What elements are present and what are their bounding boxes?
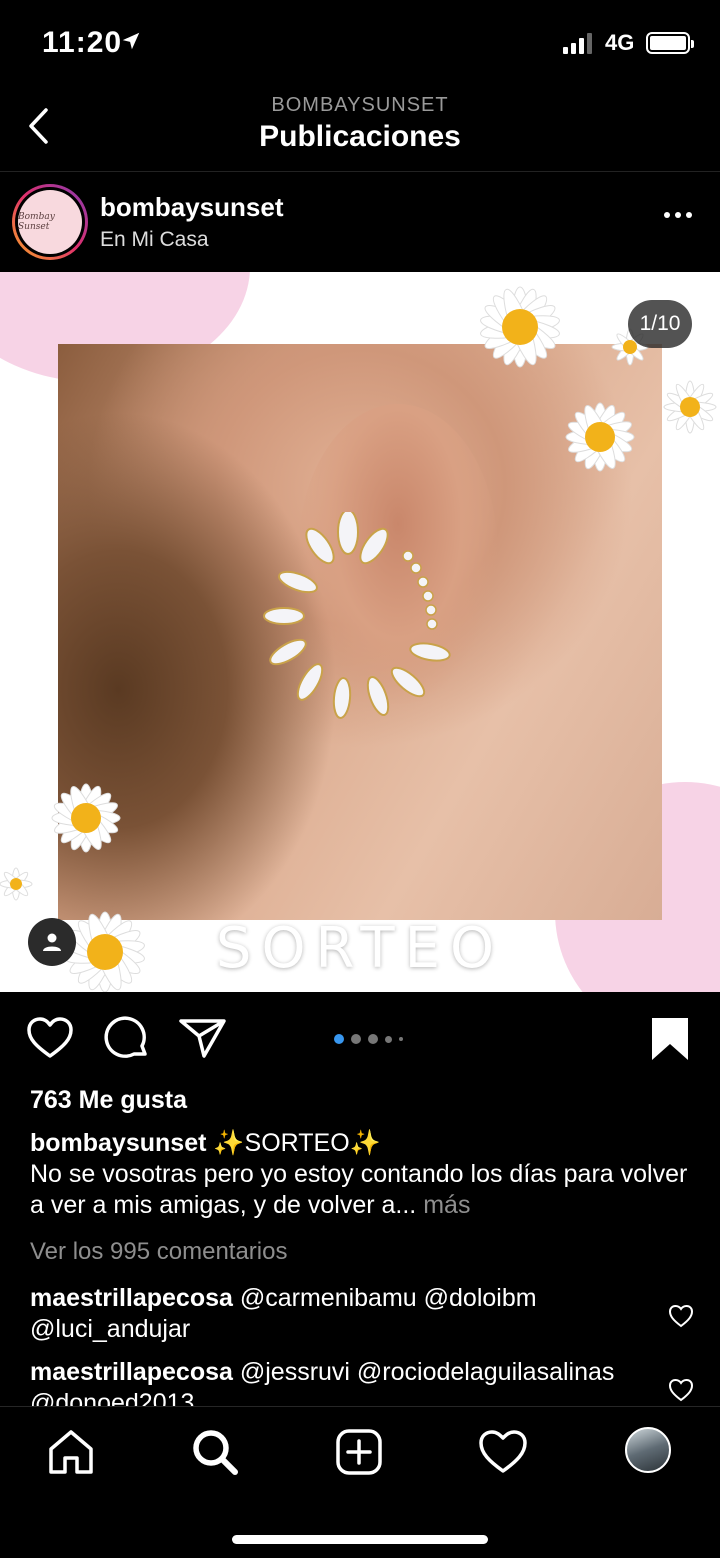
- daisy-decoration: [51, 783, 121, 853]
- caption-text: No se vosotras pero yo estoy contando lo…: [30, 1160, 688, 1219]
- network-label: 4G: [605, 30, 635, 55]
- post-username[interactable]: bombaysunset: [100, 192, 284, 223]
- home-icon[interactable]: [46, 1427, 96, 1477]
- comment-icon[interactable]: [104, 1016, 150, 1062]
- comment-username[interactable]: maestrillapecosa: [30, 1284, 233, 1312]
- caption-username[interactable]: bombaysunset: [30, 1129, 206, 1157]
- save-bookmark-icon[interactable]: [650, 1016, 690, 1062]
- location-arrow-icon: [122, 32, 140, 50]
- page-title: Publicaciones: [259, 120, 461, 153]
- like-heart-icon[interactable]: [26, 1016, 74, 1060]
- comment-like-icon[interactable]: [668, 1304, 694, 1328]
- post-header: Bombay Sunset bombaysunset En Mi Casa: [0, 172, 720, 272]
- comment-item: maestrillapecosa @jessruvi @rociodelagui…: [30, 1357, 650, 1406]
- share-icon[interactable]: [178, 1016, 228, 1060]
- avatar[interactable]: Bombay Sunset: [12, 184, 88, 260]
- profile-avatar[interactable]: [625, 1427, 671, 1473]
- view-all-comments-link[interactable]: Ver los 995 comentarios: [30, 1238, 287, 1266]
- post-caption: bombaysunset ✨SORTEO✨ No se vosotras per…: [30, 1128, 700, 1221]
- image-counter: 1/10: [628, 300, 692, 348]
- account-name: BOMBAYSUNSET: [271, 94, 449, 116]
- add-post-icon[interactable]: [334, 1427, 384, 1477]
- comment-like-icon[interactable]: [668, 1378, 694, 1402]
- more-options-icon[interactable]: [664, 212, 692, 218]
- likes-count[interactable]: 763 Me gusta: [30, 1086, 187, 1115]
- post-image[interactable]: SORTEO 1/10: [0, 272, 720, 992]
- carousel-dots: [334, 1034, 403, 1044]
- home-indicator: [232, 1535, 488, 1544]
- nav-header: BOMBAYSUNSET Publicaciones: [0, 88, 720, 172]
- post-location[interactable]: En Mi Casa: [100, 228, 209, 252]
- status-bar: 11:20 4G: [0, 0, 720, 88]
- search-icon[interactable]: [190, 1427, 240, 1477]
- daisy-decoration: [480, 286, 560, 368]
- status-time: 11:20: [42, 26, 123, 59]
- avatar-logo: Bombay Sunset: [18, 190, 82, 254]
- battery-icon: [646, 32, 694, 54]
- earring-graphic: [263, 512, 451, 719]
- daisy-decoration: [565, 402, 635, 472]
- caption-more-link[interactable]: más: [423, 1191, 470, 1219]
- activity-heart-icon[interactable]: [478, 1427, 528, 1477]
- comment-item: maestrillapecosa @carmenibamu @doloibm @…: [30, 1283, 650, 1345]
- tagged-users-icon[interactable]: [28, 918, 76, 966]
- daisy-decoration: [663, 380, 717, 434]
- signal-icon: [563, 32, 592, 54]
- caption-title: ✨SORTEO✨: [213, 1129, 381, 1157]
- post-actions: [0, 992, 720, 1082]
- daisy-decoration: [0, 867, 33, 901]
- tab-bar: [0, 1406, 720, 1558]
- comment-username[interactable]: maestrillapecosa: [30, 1358, 233, 1386]
